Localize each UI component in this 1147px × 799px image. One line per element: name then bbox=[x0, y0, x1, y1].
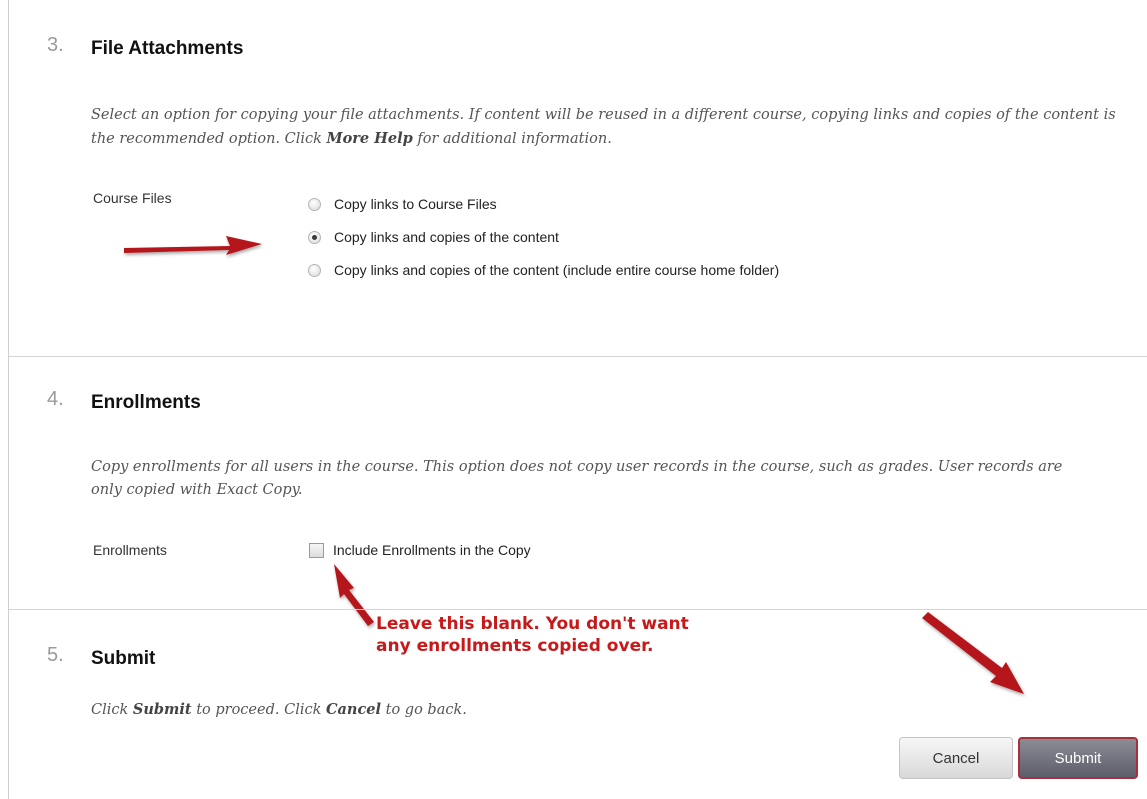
radio-label: Copy links to Course Files bbox=[334, 196, 497, 212]
annotation-note: Leave this blank. You don't want any enr… bbox=[376, 614, 689, 656]
radio-button[interactable] bbox=[308, 197, 321, 211]
step-number: 3. bbox=[47, 34, 64, 56]
radio-copy-links[interactable]: Copy links to Course Files bbox=[308, 196, 497, 212]
radio-copy-links-and-content[interactable]: Copy links and copies of the content bbox=[308, 229, 559, 245]
section-divider bbox=[9, 356, 1147, 357]
enrollments-label: Enrollments bbox=[93, 542, 167, 558]
course-files-label: Course Files bbox=[93, 190, 172, 206]
checkbox-label: Include Enrollments in the Copy bbox=[333, 542, 531, 558]
section-title: File Attachments bbox=[91, 38, 244, 59]
course-copy-page: 3. File Attachments Select an option for… bbox=[0, 0, 1147, 799]
section-instructions: Click Submit to proceed. Click Cancel to… bbox=[91, 701, 467, 718]
section-title: Submit bbox=[91, 648, 156, 669]
checkbox[interactable] bbox=[309, 542, 324, 558]
left-border bbox=[8, 0, 9, 799]
section-instructions: Select an option for copying your file a… bbox=[91, 107, 1116, 147]
submit-button[interactable]: Submit bbox=[1018, 737, 1138, 779]
right-arrow-annotation-icon bbox=[124, 236, 262, 255]
cancel-button[interactable]: Cancel bbox=[899, 737, 1013, 779]
more-help-text: More Help bbox=[326, 130, 413, 147]
radio-copy-links-content-home-folder[interactable]: Copy links and copies of the content (in… bbox=[308, 262, 779, 278]
section-instructions: Copy enrollments for all users in the co… bbox=[91, 459, 1063, 498]
step-number: 5. bbox=[47, 644, 64, 666]
radio-label: Copy links and copies of the content bbox=[334, 229, 559, 245]
radio-button-selected[interactable] bbox=[308, 230, 321, 244]
down-right-arrow-annotation-icon bbox=[922, 612, 1024, 694]
up-left-arrow-annotation-icon bbox=[334, 564, 374, 626]
section-title: Enrollments bbox=[91, 392, 201, 413]
radio-label: Copy links and copies of the content (in… bbox=[334, 262, 780, 278]
include-enrollments-checkbox[interactable]: Include Enrollments in the Copy bbox=[309, 542, 531, 558]
step-number: 4. bbox=[47, 388, 64, 410]
radio-button[interactable] bbox=[308, 263, 321, 277]
